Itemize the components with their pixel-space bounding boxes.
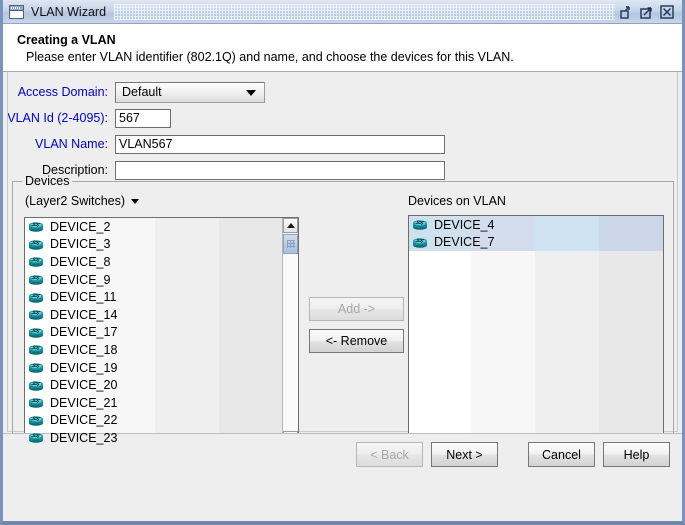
list-item[interactable]: DEVICE_4 xyxy=(409,216,663,234)
list-item[interactable]: DEVICE_23 xyxy=(25,429,282,446)
vlan-id-label: VLAN Id (2-4095): xyxy=(7,111,108,125)
chevron-down-icon xyxy=(131,198,140,204)
page-title: Creating a VLAN xyxy=(17,33,116,47)
switch-icon xyxy=(28,255,44,268)
vlan-name-value: VLAN567 xyxy=(119,137,173,151)
list-item-label: DEVICE_17 xyxy=(50,325,118,340)
chevron-down-icon xyxy=(246,90,256,96)
switch-icon xyxy=(28,414,44,427)
switch-icon xyxy=(28,308,44,321)
list-item[interactable]: DEVICE_22 xyxy=(25,412,282,430)
caret-up-icon xyxy=(286,223,295,228)
vlan-id-value: 567 xyxy=(119,111,140,125)
field-row-description: Description: xyxy=(3,158,682,182)
switch-icon xyxy=(28,379,44,392)
scrollbar-track[interactable] xyxy=(283,254,298,430)
access-domain-select[interactable]: Default xyxy=(115,81,265,103)
vlan-name-input[interactable]: VLAN567 xyxy=(115,134,445,154)
list-item[interactable]: DEVICE_21 xyxy=(25,394,282,412)
list-item-label: DEVICE_18 xyxy=(50,342,118,357)
device-filter-dropdown[interactable]: (Layer2 Switches) xyxy=(25,194,140,208)
list-item-label: DEVICE_7 xyxy=(434,235,495,250)
available-devices-list[interactable]: DEVICE_2 DEVICE_3 DEVICE_8 DEVICE_9 DEVICE_1… xyxy=(24,217,299,447)
wizard-header: Creating a VLAN Please enter VLAN identi… xyxy=(3,24,682,72)
list-item-label: DEVICE_11 xyxy=(50,290,117,305)
switch-icon xyxy=(412,218,428,231)
window-icon xyxy=(9,4,24,19)
list-item-label: DEVICE_8 xyxy=(50,254,111,269)
add-button[interactable]: Add -> xyxy=(309,297,404,321)
window-titlebar[interactable]: VLAN Wizard xyxy=(3,0,682,24)
window-controls xyxy=(619,4,682,20)
field-row-access-domain: Access Domain: Default xyxy=(3,80,682,104)
scrollbar-thumb[interactable] xyxy=(283,234,298,254)
switch-icon xyxy=(28,431,44,444)
vlan-name-label: VLAN Name: xyxy=(35,137,108,151)
access-domain-label: Access Domain: xyxy=(17,85,108,99)
list-item[interactable]: DEVICE_7 xyxy=(409,233,663,252)
list-item[interactable]: DEVICE_17 xyxy=(25,324,282,342)
window-title: VLAN Wizard xyxy=(31,4,107,19)
list-item-label: DEVICE_23 xyxy=(50,430,118,445)
switch-icon xyxy=(28,343,44,356)
minimize-button[interactable] xyxy=(619,4,635,20)
switch-icon xyxy=(28,273,44,286)
vlan-wizard-window: VLAN Wizard Creating a VLAN Please enter… xyxy=(0,0,685,525)
list-item-label: DEVICE_14 xyxy=(50,307,118,322)
switch-icon xyxy=(28,361,44,374)
titlebar-texture xyxy=(114,3,615,20)
switch-icon xyxy=(28,396,44,409)
available-rows: DEVICE_2 DEVICE_3 DEVICE_8 DEVICE_9 DEVICE_1… xyxy=(25,218,282,446)
scroll-up-button[interactable] xyxy=(283,218,298,233)
vlan-form: Access Domain: Default VLAN Id (2-4095):… xyxy=(3,72,682,188)
next-button[interactable]: Next > xyxy=(431,442,498,467)
close-button[interactable] xyxy=(659,4,675,20)
page-subtitle: Please enter VLAN identifier (802.1Q) an… xyxy=(26,50,514,64)
list-item[interactable]: DEVICE_14 xyxy=(25,306,282,324)
list-item-label: DEVICE_19 xyxy=(50,360,118,375)
available-devices-body: DEVICE_2 DEVICE_3 DEVICE_8 DEVICE_9 DEVICE_1… xyxy=(25,218,282,446)
list-item-label: DEVICE_2 xyxy=(50,219,111,234)
available-list-scrollbar[interactable] xyxy=(282,218,298,446)
devices-on-vlan-label: Devices on VLAN xyxy=(408,194,506,208)
list-item-label: DEVICE_22 xyxy=(50,413,118,428)
switch-icon xyxy=(28,238,44,251)
list-item[interactable]: DEVICE_3 xyxy=(25,236,282,254)
list-item[interactable]: DEVICE_19 xyxy=(25,359,282,377)
list-item-label: DEVICE_20 xyxy=(50,378,118,393)
help-button[interactable]: Help xyxy=(603,442,670,467)
list-item[interactable]: DEVICE_2 xyxy=(25,218,282,236)
field-row-vlan-name: VLAN Name: VLAN567 xyxy=(3,132,682,156)
switch-icon xyxy=(28,291,44,304)
description-input[interactable] xyxy=(115,160,445,180)
vlan-id-input[interactable]: 567 xyxy=(115,108,171,128)
list-item-label: DEVICE_4 xyxy=(434,217,495,232)
devices-group-label: Devices xyxy=(22,174,73,188)
list-item[interactable]: DEVICE_9 xyxy=(25,271,282,289)
list-item-label: DEVICE_9 xyxy=(50,272,111,287)
field-row-vlan-id: VLAN Id (2-4095): 567 xyxy=(3,106,682,130)
access-domain-value: Default xyxy=(122,85,162,99)
switch-icon xyxy=(28,326,44,339)
list-item-label: DEVICE_3 xyxy=(50,237,111,252)
list-item[interactable]: DEVICE_18 xyxy=(25,341,282,359)
devices-groupbox: Devices (Layer2 Switches) DEVICE_2 DEVICE… xyxy=(12,174,674,461)
device-filter-label: (Layer2 Switches) xyxy=(25,194,126,208)
switch-icon xyxy=(28,220,44,233)
cancel-button[interactable]: Cancel xyxy=(528,442,595,467)
transfer-buttons: Add -> <- Remove xyxy=(309,297,404,353)
devices-on-vlan-list[interactable]: DEVICE_4 DEVICE_7 xyxy=(408,215,664,447)
list-item-label: DEVICE_21 xyxy=(50,395,118,410)
maximize-button[interactable] xyxy=(639,4,655,20)
list-item[interactable]: DEVICE_20 xyxy=(25,376,282,394)
switch-icon xyxy=(412,236,428,249)
wizard-content: Access Domain: Default VLAN Id (2-4095):… xyxy=(3,72,682,475)
on-vlan-rows: DEVICE_4 DEVICE_7 xyxy=(409,216,663,252)
list-item[interactable]: DEVICE_11 xyxy=(25,288,282,306)
remove-button[interactable]: <- Remove xyxy=(309,329,404,353)
list-item[interactable]: DEVICE_8 xyxy=(25,253,282,271)
back-button[interactable]: < Back xyxy=(356,442,423,467)
